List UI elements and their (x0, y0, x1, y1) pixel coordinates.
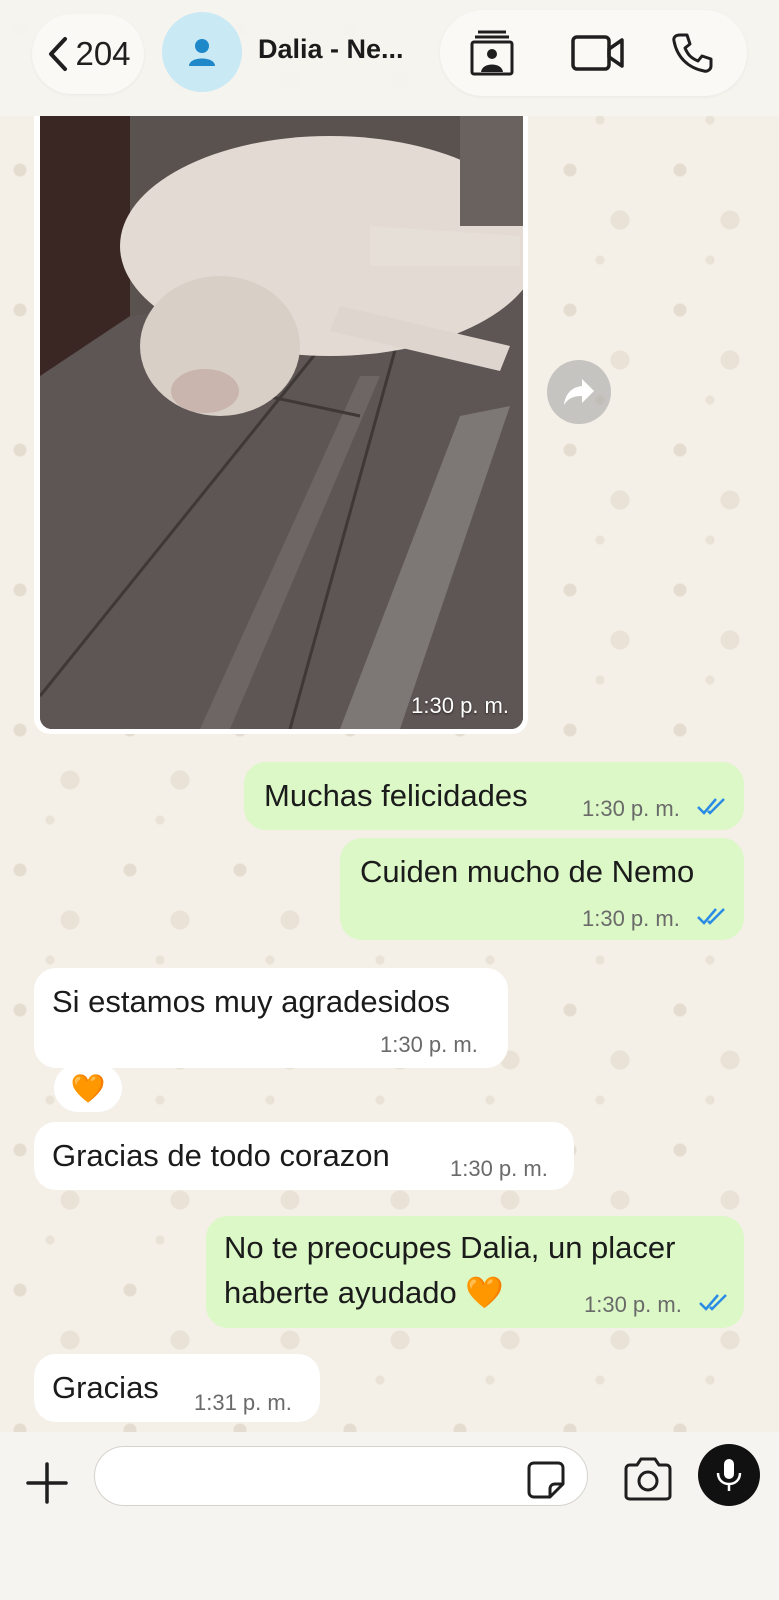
unread-count: 204 (75, 35, 131, 72)
dog-photo-image (40, 116, 523, 729)
camera-icon[interactable] (622, 1456, 674, 1502)
outgoing-message[interactable]: Cuiden mucho de Nemo 1:30 p. m. (340, 838, 744, 940)
contact-name[interactable]: Dalia - Ne... (258, 34, 428, 65)
message-text: Si estamos muy agradesidos (52, 984, 451, 1019)
phone-icon (672, 33, 713, 73)
outgoing-message[interactable]: No te preocupes Dalia, un placer haberte… (206, 1216, 744, 1328)
chevron-left-icon (49, 37, 68, 71)
video-call-icon (571, 35, 624, 71)
person-icon (189, 39, 215, 66)
phone-call-button[interactable] (664, 28, 720, 78)
message-time: 1:30 p. m. (582, 906, 680, 931)
message-text: Gracias (52, 1370, 159, 1405)
chat-header: 204 Dalia - Ne... (0, 0, 779, 116)
message-time: 1:30 p. m. (450, 1156, 548, 1181)
read-ticks-icon (697, 908, 725, 925)
back-button[interactable]: 204 (32, 14, 144, 94)
message-time: 1:30 p. m. (584, 1292, 682, 1317)
read-ticks-icon (697, 798, 725, 815)
message-text-line1: No te preocupes Dalia, un placer (224, 1230, 676, 1265)
heart-icon: 🧡 (70, 1072, 106, 1104)
message-text-line2: haberte ayudado 🧡 (224, 1275, 504, 1310)
header-actions (440, 10, 747, 96)
message-text: Cuiden mucho de Nemo (360, 854, 695, 889)
contact-card-button[interactable] (464, 28, 520, 78)
message-time: 1:30 p. m. (380, 1032, 478, 1057)
message-text: Muchas felicidades (264, 778, 528, 813)
contact-card-icon (470, 30, 514, 76)
forward-icon (564, 379, 594, 405)
read-ticks-icon (699, 1294, 727, 1311)
dog-photo[interactable]: 1:30 p. m. (40, 116, 523, 729)
photo-timestamp: 1:30 p. m. (411, 693, 509, 718)
contact-avatar[interactable] (162, 12, 242, 92)
message-input[interactable] (94, 1446, 588, 1506)
microphone-button[interactable] (698, 1444, 760, 1506)
microphone-icon (716, 1459, 742, 1491)
outgoing-message[interactable]: Muchas felicidades 1:30 p. m. (244, 762, 744, 830)
incoming-message[interactable]: Si estamos muy agradesidos 1:30 p. m. (34, 968, 508, 1068)
incoming-message[interactable]: Gracias de todo corazon 1:30 p. m. (34, 1122, 574, 1190)
message-time: 1:30 p. m. (582, 796, 680, 821)
reaction-badge[interactable]: 🧡 (54, 1064, 122, 1112)
incoming-message[interactable]: Gracias 1:31 p. m. (34, 1354, 320, 1422)
message-text: Gracias de todo corazon (52, 1138, 390, 1173)
video-call-button[interactable] (570, 28, 626, 78)
message-time: 1:31 p. m. (194, 1390, 292, 1415)
sticker-icon[interactable] (526, 1460, 566, 1500)
forward-button[interactable] (547, 360, 611, 424)
plus-icon[interactable] (24, 1460, 70, 1506)
message-composer (0, 1432, 779, 1600)
